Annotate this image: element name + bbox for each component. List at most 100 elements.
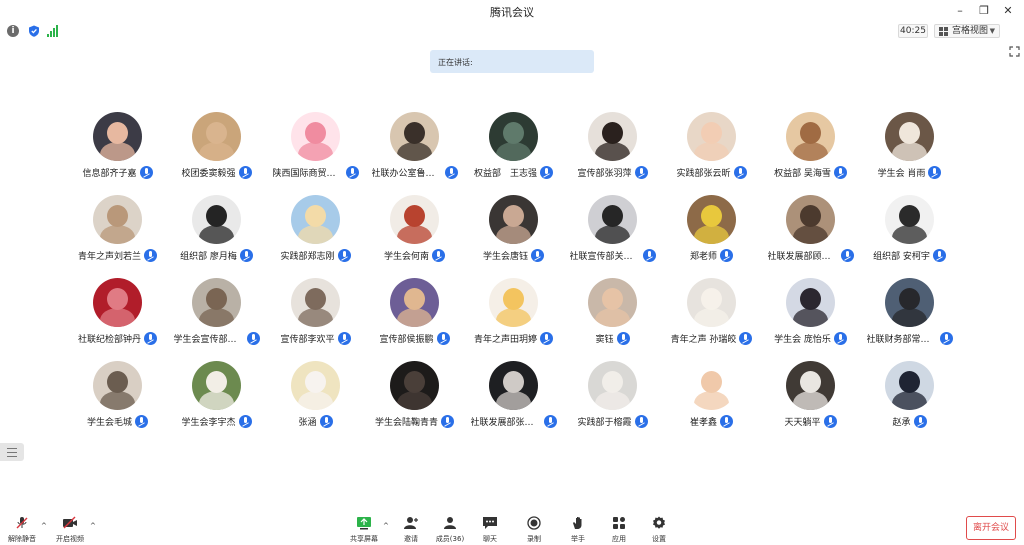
participant-name-row: 赵承 [860,414,959,428]
mic-muted-icon [337,331,351,345]
participant-tile[interactable]: 学生会陆鞠青青 [365,357,464,437]
avatar [786,278,835,327]
participant-tile[interactable]: 青年之声刘若兰 [68,191,167,271]
share-screen-button[interactable]: 共享屏幕 [342,513,386,543]
participant-name: 学生会 肖雨 [877,168,926,179]
mic-muted-icon [319,414,333,428]
participant-name-row: 张涵 [266,414,365,428]
participant-tile[interactable]: 青年之声 孙瑞皎 [662,274,761,354]
participant-name: 学生会宣传部刘... [173,334,244,345]
start-video-button[interactable]: 开启视频 [48,513,92,543]
participant-name-row: 实践部郑志刚 [266,248,365,262]
minimize-button[interactable]: – [950,2,970,18]
participant-name: 实践部于榕霞 [577,417,632,428]
unmute-button[interactable]: 解除静音 [0,513,44,543]
avatar [687,195,736,244]
participant-tile[interactable]: 社联发展部顾千迪 [761,191,860,271]
info-icon[interactable]: i [7,25,19,37]
mic-muted-icon [840,248,854,262]
participant-name-row: 校团委窦毅强 [167,165,266,179]
participant-tile[interactable]: 天天躺平 [761,357,860,437]
participant-tile[interactable]: 组织部 安柯宇 [860,191,959,271]
leave-meeting-button[interactable]: 离开会议 [966,516,1016,540]
mic-muted-icon [540,165,553,179]
participant-name-row: 学生会唐钰 [464,248,563,262]
video-options-caret[interactable]: ^ [90,522,96,530]
participant-name-row: 学生会何南 [365,248,464,262]
avatar [687,361,736,410]
participant-tile[interactable]: 张涵 [266,357,365,437]
participant-tile[interactable]: 学生会 肖雨 [860,108,959,188]
participant-tile[interactable]: 宣传部侯振鹏 [365,274,464,354]
participant-tile[interactable]: 青年之声田玥婷 [464,274,563,354]
participant-name-row: 青年之声刘若兰 [68,248,167,262]
participant-name: 宣传部李欢平 [280,334,335,345]
shield-icon[interactable] [28,25,40,37]
camera-off-icon [63,516,77,529]
participant-name: 学生会陆鞠青青 [374,417,438,428]
mic-muted-icon [642,248,656,262]
avatar [93,361,142,410]
participant-name: 学生会 庞怡乐 [774,334,831,345]
avatar [489,195,538,244]
participant-tile[interactable]: 学生会李宇杰 [167,357,266,437]
close-button[interactable]: ✕ [998,2,1018,18]
participant-tile[interactable]: 实践部张云昕 [662,108,761,188]
participant-tile[interactable]: 社联纪检部钟丹 [68,274,167,354]
avatar [390,278,439,327]
restore-button[interactable]: ❐ [974,2,994,18]
participant-tile[interactable]: 实践部郑志刚 [266,191,365,271]
share-screen-icon [357,517,371,530]
participant-tile[interactable]: 社联财务部常佳欣 [860,274,959,354]
avatar [588,195,637,244]
participant-tile[interactable]: 学生会宣传部刘... [167,274,266,354]
participant-tile[interactable]: 校团委窦毅强 [167,108,266,188]
mic-muted-icon [540,331,553,345]
mic-muted-icon [345,165,359,179]
participant-tile[interactable]: 社联办公室鲁英英 [365,108,464,188]
mic-muted-icon [720,248,733,262]
participant-tile[interactable]: 学生会何南 [365,191,464,271]
settings-label: 设置 [652,535,666,543]
participant-tile[interactable]: 权益部 王志强 [464,108,563,188]
participant-tile[interactable]: 学生会 庞怡乐 [761,274,860,354]
participant-name-row: 学生会 庞怡乐 [761,331,860,345]
avatar [390,361,439,410]
grid-view-icon [939,27,948,36]
participant-tile[interactable]: 信息部齐子嘉 [68,108,167,188]
mic-muted-icon [913,414,927,428]
participant-tile[interactable]: 崔孝鑫 [662,357,761,437]
mic-muted-icon [932,248,946,262]
participant-tile[interactable]: 宣传部张羽萍 [563,108,662,188]
participant-tile[interactable]: 社联发展部张博文 [464,357,563,437]
participant-tile[interactable]: 权益部 吴海雪 [761,108,860,188]
participant-tile[interactable]: 宣传部李欢平 [266,274,365,354]
participant-tile[interactable]: 社联宣传部关小峰 [563,191,662,271]
participant-tile[interactable]: 学生会毛城 [68,357,167,437]
participant-tile[interactable]: 学生会唐钰 [464,191,563,271]
participant-name-row: 学生会毛城 [68,414,167,428]
participant-list-toggle[interactable] [0,443,24,461]
mic-muted-icon [823,414,837,428]
avatar [786,112,835,161]
signal-icon[interactable] [47,25,59,37]
participant-tile[interactable]: 窦钰 [563,274,662,354]
participant-name-row: 学生会 肖雨 [860,165,959,179]
settings-button[interactable]: 设置 [637,513,681,543]
share-options-caret[interactable]: ^ [383,522,389,530]
audio-options-caret[interactable]: ^ [41,522,47,530]
mic-muted-icon [720,414,733,428]
invite-icon [404,517,418,529]
view-mode-dropdown[interactable]: 宫格视图 ▼ [934,24,1000,38]
participant-tile[interactable]: 组织部 廖月梅 [167,191,266,271]
fullscreen-icon[interactable] [1009,46,1020,57]
participant-tile[interactable]: 实践部于榕霞 [563,357,662,437]
participant-tile[interactable]: 郑老师 [662,191,761,271]
apps-icon [613,517,625,529]
mic-muted-icon [239,248,253,262]
participant-tile[interactable]: 赵承 [860,357,959,437]
avatar [786,361,835,410]
participant-name-row: 宣传部李欢平 [266,331,365,345]
participant-tile[interactable]: 陕西国际商贸学... [266,108,365,188]
participant-name: 权益部 吴海雪 [774,168,831,179]
